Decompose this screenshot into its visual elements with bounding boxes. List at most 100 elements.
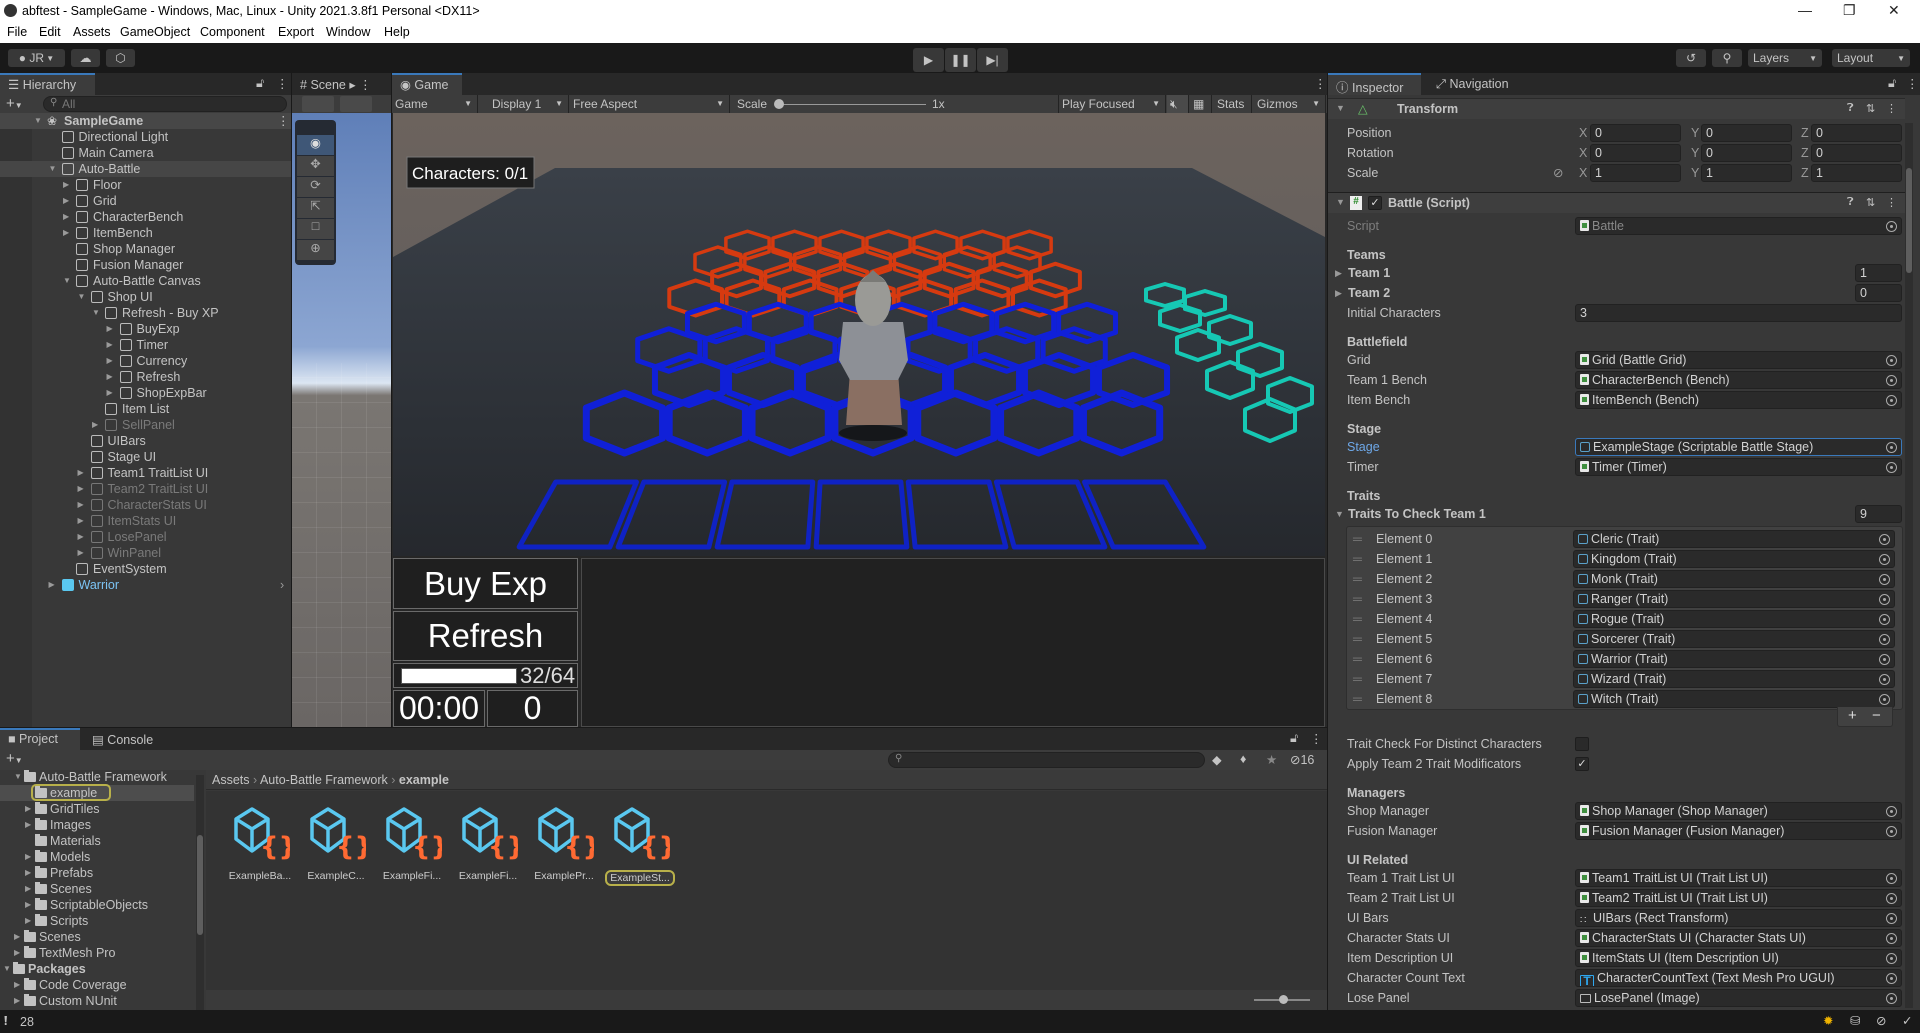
icon-size-slider-handle[interactable]: [1279, 995, 1288, 1004]
collapse-arrow-icon[interactable]: ▶: [78, 513, 84, 529]
progress-icon[interactable]: ⊘: [1876, 1013, 1886, 1028]
menu-assets[interactable]: Assets: [73, 25, 111, 39]
list-element-object-field[interactable]: Monk (Trait): [1573, 570, 1895, 588]
display-dropdown[interactable]: Display 1 ▼: [489, 95, 569, 113]
hierarchy-item[interactable]: ▶ WinPanel: [0, 545, 291, 561]
breadcrumb-current[interactable]: example: [399, 773, 449, 787]
transform-scale-z-field[interactable]: 1: [1811, 164, 1902, 182]
project-search-input[interactable]: ⚲: [888, 752, 1205, 768]
refresh-button[interactable]: Refresh: [393, 611, 578, 661]
hierarchy-item[interactable]: ▶ ShopExpBar: [0, 385, 291, 401]
breadcrumb-folder[interactable]: Auto-Battle Framework: [260, 773, 388, 787]
collapse-arrow-icon[interactable]: ▶: [25, 817, 31, 833]
object-picker-icon[interactable]: [1879, 594, 1890, 605]
checkbox-apply-team-2-trait-modificators[interactable]: ✓: [1575, 757, 1589, 771]
collapse-arrow-icon[interactable]: ▶: [25, 849, 31, 865]
project-folder-item[interactable]: ▶ Images: [0, 817, 194, 833]
collapse-arrow-icon[interactable]: ▶: [1335, 264, 1342, 282]
hierarchy-item[interactable]: ▶ Currency: [0, 353, 291, 369]
tab-game[interactable]: ◉ Game: [392, 73, 462, 95]
collapse-arrow-icon[interactable]: ▶: [25, 801, 31, 817]
constrain-proportions-icon[interactable]: ⊘: [1553, 164, 1563, 182]
array-size-field-traits-to-check-team-1[interactable]: 9: [1855, 505, 1902, 523]
hierarchy-item[interactable]: Directional Light: [0, 129, 291, 145]
drag-handle-icon[interactable]: ═: [1353, 550, 1362, 568]
hierarchy-item[interactable]: Shop Manager: [0, 241, 291, 257]
hierarchy-item[interactable]: Fusion Manager: [0, 257, 291, 273]
enabled-checkbox[interactable]: ✓: [1368, 196, 1382, 210]
object-picker-icon[interactable]: [1886, 933, 1897, 944]
account-dropdown[interactable]: ● JR ▼: [8, 49, 65, 67]
transform-scale-x-field[interactable]: 1: [1590, 164, 1681, 182]
object-picker-icon[interactable]: [1886, 953, 1897, 964]
object-field-shop-manager[interactable]: Shop Manager (Shop Manager): [1575, 802, 1902, 820]
collapse-arrow-icon[interactable]: ▶: [78, 497, 84, 513]
view-tool-button[interactable]: ◉: [297, 135, 334, 155]
list-remove-button[interactable]: −: [1872, 707, 1881, 724]
expand-arrow-icon[interactable]: ▼: [78, 289, 86, 305]
hidden-packages-toggle[interactable]: ⊘16: [1290, 752, 1314, 767]
array-size-field-team-1[interactable]: 1: [1855, 264, 1902, 282]
rect-tool-button[interactable]: □: [297, 219, 334, 239]
preset-icon[interactable]: ⇅: [1866, 196, 1875, 209]
object-field-fusion-manager[interactable]: Fusion Manager (Fusion Manager): [1575, 822, 1902, 840]
more-menu-icon[interactable]: ▸ ⋮: [346, 78, 371, 92]
hierarchy-item[interactable]: Main Camera: [0, 145, 291, 161]
history-button[interactable]: ↺: [1676, 49, 1706, 67]
menu-help[interactable]: Help: [384, 25, 410, 39]
project-folder-item[interactable]: example: [0, 784, 194, 801]
collapse-arrow-icon[interactable]: ▶: [78, 545, 84, 561]
open-prefab-icon[interactable]: ›: [280, 577, 284, 593]
hierarchy-item[interactable]: ▶ CharacterStats UI: [0, 497, 291, 513]
drag-handle-icon[interactable]: ═: [1353, 590, 1362, 608]
game-view-dropdown[interactable]: Game ▼: [392, 95, 478, 113]
object-picker-icon[interactable]: [1879, 654, 1890, 665]
maximize-button[interactable]: ❐: [1843, 2, 1856, 19]
list-element-object-field[interactable]: Sorcerer (Trait): [1573, 630, 1895, 648]
hierarchy-item[interactable]: ▶ Refresh: [0, 369, 291, 385]
object-picker-icon[interactable]: [1879, 634, 1890, 645]
lock-icon[interactable]: 🔓︎: [1290, 731, 1298, 746]
collapse-arrow-icon[interactable]: ▶: [49, 577, 55, 593]
collapse-arrow-icon[interactable]: ▶: [25, 897, 31, 913]
collapse-arrow-icon[interactable]: ▶: [107, 321, 113, 337]
help-icon[interactable]: ❓︎: [1847, 102, 1854, 115]
object-picker-icon[interactable]: [1886, 873, 1897, 884]
project-folder-item[interactable]: ▶ Prefabs: [0, 865, 194, 881]
object-field-team-2-trait-list-ui[interactable]: Team2 TraitList UI (Trait List UI): [1575, 889, 1902, 907]
preset-icon[interactable]: ⇅: [1866, 102, 1875, 115]
object-picker-icon[interactable]: [1879, 694, 1890, 705]
hierarchy-item[interactable]: ▼ Refresh - Buy XP: [0, 305, 291, 321]
debug-mode-icon[interactable]: ✹: [1823, 1013, 1833, 1028]
layers-dropdown[interactable]: Layers ▼: [1748, 49, 1822, 67]
collapse-arrow-icon[interactable]: ▶: [63, 193, 69, 209]
drag-handle-icon[interactable]: ═: [1353, 610, 1362, 628]
object-picker-icon[interactable]: [1886, 806, 1897, 817]
hierarchy-item[interactable]: ▶ Floor: [0, 177, 291, 193]
breadcrumb-assets[interactable]: Assets: [212, 773, 250, 787]
favorites-icon[interactable]: ★: [1266, 752, 1277, 767]
play-mode-dropdown[interactable]: Play Focused ▼: [1058, 95, 1166, 113]
hierarchy-item[interactable]: ▶ ItemStats UI: [0, 513, 291, 529]
layout-dropdown[interactable]: Layout ▼: [1832, 49, 1910, 67]
foldout-arrow-icon[interactable]: ▼: [1336, 197, 1345, 207]
hierarchy-item[interactable]: ▶ LosePanel: [0, 529, 291, 545]
drag-handle-icon[interactable]: ═: [1353, 570, 1362, 588]
transform-rotation-z-field[interactable]: 0: [1811, 144, 1902, 162]
object-picker-icon[interactable]: [1886, 893, 1897, 904]
collapse-arrow-icon[interactable]: ▶: [63, 209, 69, 225]
scale-slider[interactable]: [778, 104, 926, 105]
expand-arrow-icon[interactable]: ▼: [49, 161, 57, 177]
collapse-arrow-icon[interactable]: ▶: [78, 465, 84, 481]
menu-component[interactable]: Component: [200, 25, 265, 39]
collab-button[interactable]: ⬡: [106, 49, 135, 67]
object-field-lose-panel[interactable]: LosePanel (Image): [1575, 989, 1902, 1007]
mute-audio-toggle[interactable]: 🔇︎: [1167, 95, 1189, 113]
hierarchy-item[interactable]: Stage UI: [0, 449, 291, 465]
expand-arrow-icon[interactable]: ▼: [34, 113, 42, 129]
object-picker-icon[interactable]: [1879, 554, 1890, 565]
transform-header[interactable]: ▼ △ Transform ❓︎ ⇅ ⋮: [1328, 98, 1905, 119]
object-field-character-stats-ui[interactable]: CharacterStats UI (Character Stats UI): [1575, 929, 1902, 947]
gizmo-dropdown[interactable]: [340, 96, 372, 112]
cloud-button[interactable]: ☁: [71, 49, 100, 67]
